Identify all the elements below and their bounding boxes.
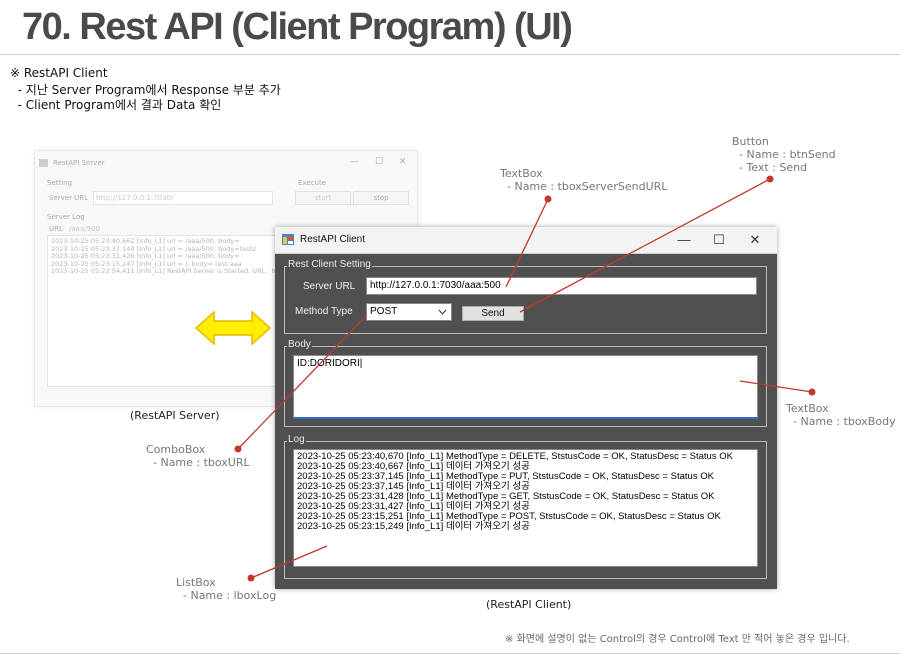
intro-line-1: ※ RestAPI Client (10, 66, 108, 80)
server-minimize-button[interactable]: — (350, 157, 359, 167)
annotation-line: ComboBox (146, 443, 206, 456)
annotation-line: TextBox (786, 402, 829, 415)
method-selected-value: POST (370, 306, 398, 317)
intro-line-3: - Client Program에서 결과 Data 확인 (10, 98, 222, 112)
annotation-line: - Name : lboxLog (176, 589, 277, 602)
server-stop-button[interactable]: stop (353, 191, 409, 205)
setting-group-label: Rest Client Setting (287, 259, 372, 270)
server-url-label: Server URL (303, 281, 356, 292)
annotation-line: - Name : tboxBody (786, 415, 896, 428)
app-icon (282, 234, 294, 245)
annotation-line: - Name : tboxServerSendURL (500, 180, 668, 193)
method-type-combobox[interactable]: POST (366, 303, 452, 321)
send-button[interactable]: Send (462, 306, 524, 321)
annotation-line: - Name : btnSend (732, 148, 836, 161)
client-window-title: RestAPI Client (300, 234, 366, 245)
footnote: ※ 화면에 설명이 없는 Control의 경우 Control에 Text 만… (505, 634, 850, 645)
annotation-line: - Name : tboxURL (146, 456, 250, 469)
client-window: RestAPI Client — ☐ ✕ Rest Client Setting… (275, 227, 777, 589)
server-execute-label: Execute (298, 179, 326, 187)
server-close-button[interactable]: ✕ (399, 157, 407, 167)
client-titlebar: RestAPI Client — ☐ ✕ (275, 227, 777, 254)
combobox-annotation: ComboBox - Name : tboxURL (146, 443, 250, 469)
close-button[interactable]: ✕ (742, 230, 768, 250)
annotation-line: - Text : Send (732, 161, 808, 174)
maximize-button[interactable]: ☐ (706, 230, 732, 250)
server-url-input[interactable]: http://127.0.0.1:7030/ (93, 191, 273, 205)
server-url-field-label: URL (49, 225, 63, 233)
body-textbox[interactable]: ID:DORIDORI| (293, 355, 758, 419)
log-group-label: Log (287, 434, 306, 445)
button-callout-dot (766, 175, 774, 183)
listbox-annotation: ListBox - Name : lboxLog (176, 576, 276, 602)
body-group-label: Body (287, 339, 312, 350)
client-caption: (RestAPI Client) (486, 598, 572, 611)
server-app-icon (39, 159, 48, 167)
method-type-label: Method Type (295, 306, 353, 317)
server-window-title: RestAPI Server (53, 159, 105, 167)
minimize-button[interactable]: — (671, 230, 697, 250)
annotation-line: ListBox (176, 576, 216, 589)
annotation-line: TextBox (500, 167, 543, 180)
server-url-label: Server URL (49, 194, 89, 202)
server-log-label: Server Log (47, 213, 85, 221)
server-url-field-value: /aaa/500 (69, 225, 100, 233)
annotation-line: Button (732, 135, 769, 148)
log-listbox[interactable]: 2023-10-25 05:23:40,670 [Info_L1] Method… (293, 449, 758, 567)
url-callout-dot (544, 195, 552, 203)
button-annotation: Button - Name : btnSend - Text : Send (732, 135, 836, 174)
server-start-button[interactable]: start (295, 191, 351, 205)
server-setting-label: Setting (47, 179, 73, 187)
slide-title: 70. Rest API (Client Program) (UI) (22, 6, 573, 48)
log-row[interactable]: 2023-10-25 05:23:15,249 [Info_L1] 데이터 가져… (297, 522, 754, 532)
title-divider (0, 54, 900, 55)
server-maximize-button[interactable]: ☐ (375, 157, 383, 167)
double-arrow-icon (194, 310, 272, 346)
textbox-url-annotation: TextBox - Name : tboxServerSendURL (500, 167, 667, 193)
bottom-divider (0, 653, 900, 654)
server-caption: (RestAPI Server) (130, 409, 220, 422)
chevron-down-icon (438, 309, 447, 315)
textbox-body-annotation: TextBox - Name : tboxBody (786, 402, 896, 428)
server-send-url-textbox[interactable]: http://127.0.0.1:7030/aaa:500 (366, 277, 757, 295)
body-callout-dot (808, 388, 816, 396)
